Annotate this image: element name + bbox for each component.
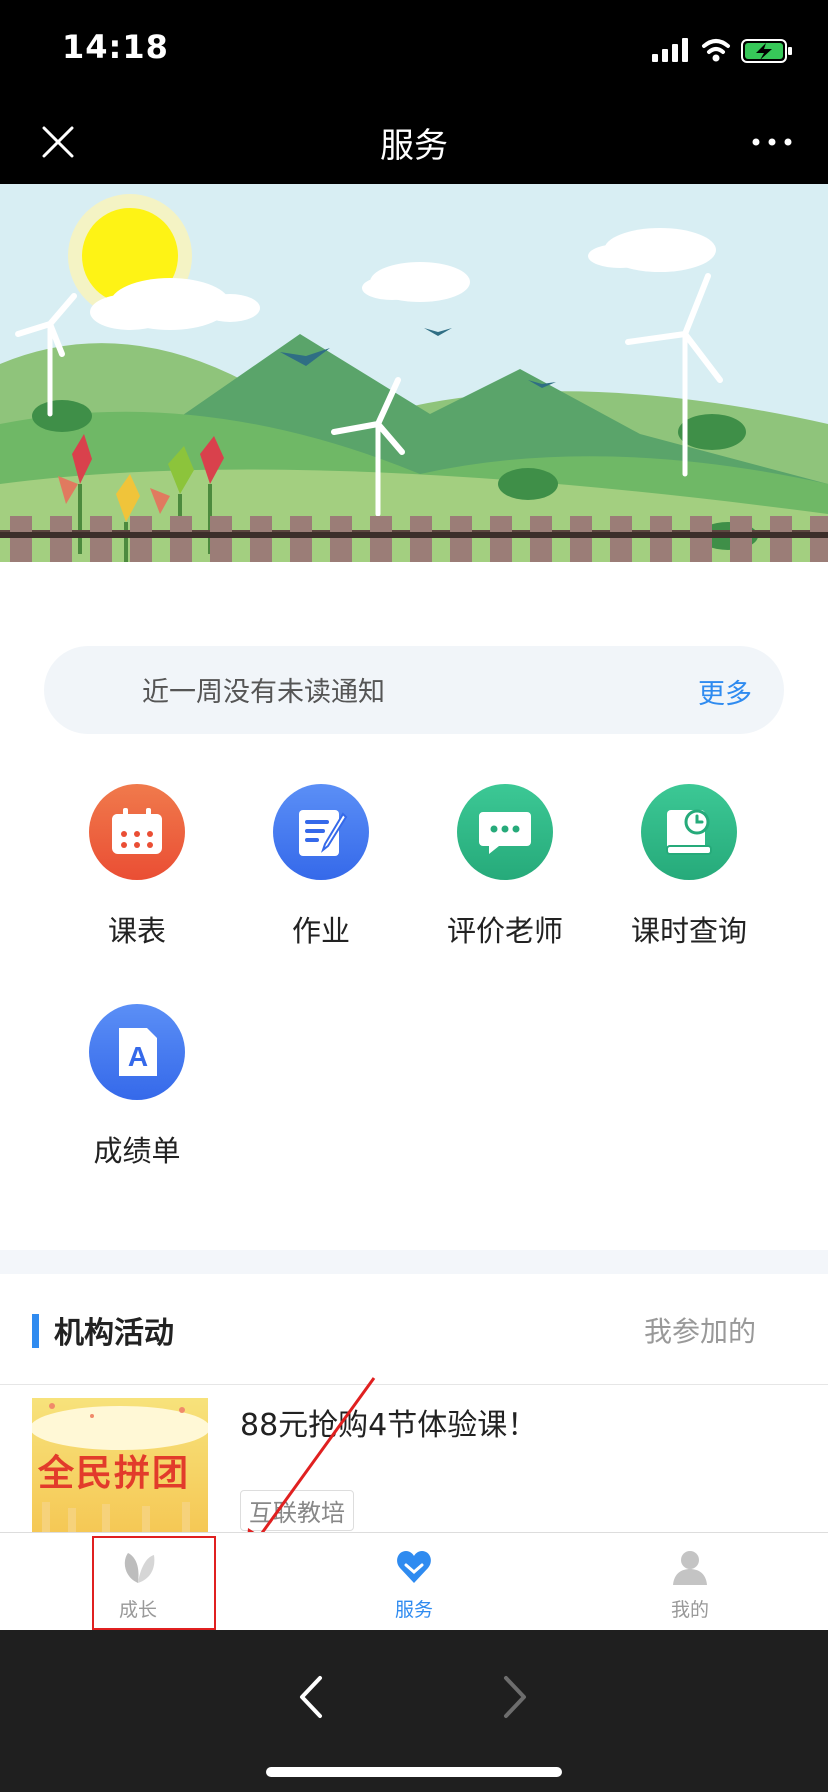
calendar-icon: [89, 784, 185, 880]
annotation-arrow: [246, 1377, 376, 1552]
thumb-text: 全民拼团: [38, 1453, 191, 1494]
service-label: 成绩单: [93, 1134, 181, 1168]
service-label: 课时查询: [630, 914, 747, 948]
notice-more-link[interactable]: 更多: [698, 672, 752, 711]
status-bar: 14:18: [0, 0, 828, 100]
annotation-highlight-box: [92, 1536, 216, 1630]
service-lesson-query[interactable]: 课时查询: [596, 784, 782, 950]
status-icons: [652, 38, 792, 63]
back-arrow-icon[interactable]: [296, 1674, 326, 1720]
top-bar: 服务: [0, 100, 828, 184]
tab-mine[interactable]: 我的: [630, 1547, 750, 1622]
tab-label: 服务: [394, 1599, 433, 1621]
status-time: 14:18: [62, 28, 169, 66]
tab-service[interactable]: 服务: [354, 1547, 474, 1622]
chat-bubble-icon: [457, 784, 553, 880]
section-accent-bar: [32, 1314, 39, 1348]
my-activities-link[interactable]: 我参加的: [644, 1310, 756, 1350]
activities-title: 机构活动: [54, 1316, 174, 1351]
user-icon: [673, 1551, 707, 1585]
service-label: 作业: [291, 914, 350, 948]
notice-bar[interactable]: 近一周没有未读通知 更多: [44, 646, 784, 734]
heart-icon: [397, 1551, 431, 1583]
svg-text:A: A: [128, 1041, 148, 1072]
service-timetable[interactable]: 课表: [44, 784, 230, 950]
forward-arrow-icon[interactable]: [500, 1674, 530, 1720]
notice-text: 近一周没有未读通知: [142, 677, 385, 708]
page-title: 服务: [380, 126, 448, 166]
book-clock-icon: [641, 784, 737, 880]
service-label: 评价老师: [446, 914, 563, 948]
homework-edit-icon: [273, 784, 369, 880]
browser-nav-bar: [0, 1630, 828, 1792]
wifi-icon: [702, 39, 730, 54]
home-indicator[interactable]: [266, 1767, 562, 1777]
service-grade-report[interactable]: A 成绩单: [44, 1004, 230, 1170]
service-label: 课表: [107, 914, 166, 948]
service-homework[interactable]: 作业: [228, 784, 414, 950]
activities-header: 机构活动 我参加的: [0, 1274, 828, 1385]
banner-image: [0, 184, 828, 602]
battery-icon: [741, 39, 792, 63]
service-rate-teacher[interactable]: 评价老师: [412, 784, 598, 950]
grade-report-icon: A: [89, 1004, 185, 1100]
signal-icon: [652, 38, 688, 62]
section-divider: [0, 1250, 828, 1274]
main-content: 近一周没有未读通知 更多 课表 作业 评价老师 课时查询 A 成绩单 机构活动 …: [0, 602, 828, 1532]
more-icon[interactable]: [748, 132, 796, 152]
tab-label: 我的: [670, 1599, 709, 1621]
activity-thumbnail[interactable]: 全民拼团: [32, 1398, 208, 1532]
